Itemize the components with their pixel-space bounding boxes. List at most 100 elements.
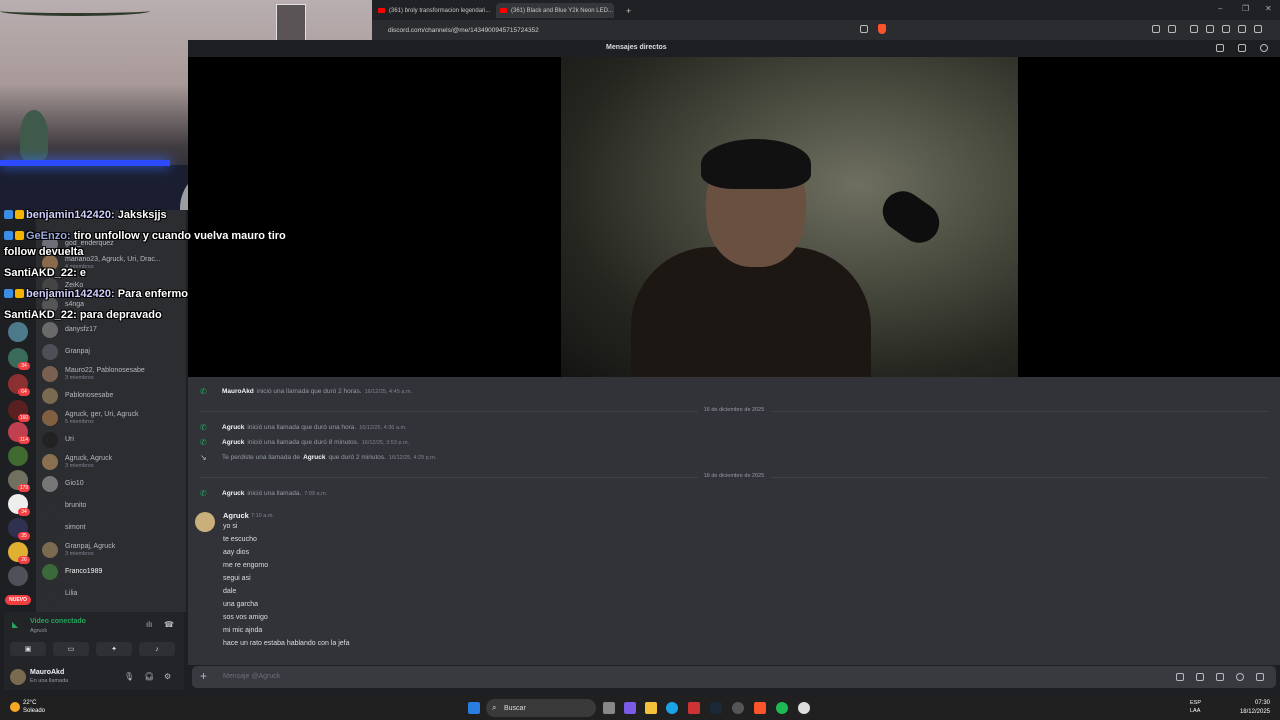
server-icon[interactable]: 64 (8, 374, 30, 396)
message-line: yo si (223, 523, 238, 530)
browser-tab[interactable]: (361) broly transformacion legendari... (374, 3, 492, 18)
browser-tab-bar: (361) broly transformacion legendari... … (372, 0, 1280, 20)
message-input[interactable]: Mensaje @Agruck (223, 673, 280, 680)
server-icon[interactable]: 26 (8, 542, 30, 564)
server-icon[interactable]: 160 (8, 400, 30, 422)
task-view-icon[interactable] (603, 702, 615, 714)
app-icon[interactable] (732, 702, 744, 714)
chat-area: ✆ MauroAkd inició una llamada que duró 2 h… (188, 377, 1280, 665)
overlay-message: SantiAKD_22: e (4, 267, 86, 279)
settings-gear-icon[interactable]: ⚙ (164, 672, 171, 681)
person-hair (701, 139, 811, 189)
new-badge[interactable]: NUEVO (5, 595, 31, 605)
emoji-icon[interactable] (1236, 673, 1244, 681)
noise-suppression-icon[interactable]: ılı (146, 620, 152, 629)
extension-icon[interactable] (1152, 25, 1160, 33)
brave-shield-icon[interactable] (878, 24, 886, 34)
unread-badge: 160 (18, 414, 30, 422)
server-icon[interactable]: 34 (8, 348, 30, 370)
headphones-icon[interactable]: 🎧︎ (144, 672, 154, 681)
screen-share-button[interactable]: ▭ (53, 642, 89, 656)
minimize-button[interactable]: – (1218, 4, 1222, 13)
app-icon[interactable] (688, 702, 700, 714)
url-field[interactable]: discord.com/channels/@me/143490094571572… (378, 23, 908, 37)
phone-icon: ✆ (200, 423, 207, 432)
call-log-entry: ✆ Agruck inició una llamada que duró una h… (200, 423, 407, 432)
server-icon[interactable]: 114 (8, 422, 30, 444)
avatar (42, 586, 58, 602)
avatar[interactable] (10, 669, 26, 685)
apps-icon[interactable] (1256, 673, 1264, 681)
message-composer[interactable]: + Mensaje @Agruck (192, 666, 1276, 688)
server-icon[interactable] (8, 322, 28, 342)
system-clock[interactable]: 07:30 18/12/2025 (1240, 699, 1270, 717)
dm-item[interactable]: Gio10 (42, 474, 182, 494)
new-tab-button[interactable]: + (622, 3, 632, 18)
help-icon[interactable] (1238, 44, 1246, 52)
extension-icon[interactable] (1168, 25, 1176, 33)
gif-icon[interactable] (1196, 673, 1204, 681)
dm-item[interactable]: Granpaj (42, 342, 182, 362)
edge-icon[interactable] (666, 702, 678, 714)
browser-tab-active[interactable]: (361) Black and Blue Y2k Neon LED... (496, 3, 614, 18)
vpn-icon[interactable] (1238, 25, 1246, 33)
user-status: En una llamada (30, 678, 69, 684)
server-icon[interactable]: 179 (8, 470, 30, 492)
dm-item[interactable]: brunito (42, 496, 182, 516)
inbox-icon[interactable] (1216, 44, 1224, 52)
menu-icon[interactable] (1254, 25, 1262, 33)
taskbar-search[interactable]: ⌕ Buscar (486, 699, 596, 717)
weather-widget[interactable]: 22°C Soleado (10, 699, 45, 715)
dm-item[interactable]: Franco1989 (42, 562, 182, 582)
dm-item[interactable]: simont (42, 518, 182, 538)
server-icon[interactable]: 35 (8, 518, 30, 540)
dm-item[interactable]: Lilia (42, 584, 182, 604)
mic-icon[interactable]: 🎙︎ (124, 672, 134, 681)
file-explorer-icon[interactable] (645, 702, 657, 714)
app-icon[interactable] (624, 702, 636, 714)
steam-icon[interactable] (710, 702, 722, 714)
youtube-icon (500, 8, 507, 13)
wallet-icon[interactable] (1222, 25, 1230, 33)
dm-item[interactable]: Pablonosesabe (42, 386, 182, 406)
wall-poster (276, 4, 306, 42)
server-icon[interactable] (8, 566, 28, 586)
dm-item[interactable]: Uri (42, 430, 182, 450)
media-icon[interactable] (1190, 25, 1198, 33)
gift-icon[interactable] (1176, 673, 1184, 681)
message-author[interactable]: Agruck (223, 511, 249, 520)
spotify-icon[interactable] (776, 702, 788, 714)
camera-button[interactable]: ▣ (10, 642, 46, 656)
server-icon[interactable]: 34 (8, 494, 30, 516)
help-circle-icon[interactable] (1260, 44, 1268, 52)
attach-plus-icon[interactable]: + (200, 669, 207, 683)
dm-item[interactable]: Granpaj, Agruck 3 miembros (42, 540, 182, 560)
garland (0, 6, 150, 16)
voice-status[interactable]: Video conectado (30, 618, 86, 625)
close-button[interactable]: ✕ (1265, 4, 1272, 13)
avatar (42, 498, 58, 514)
windows-start-icon[interactable] (468, 702, 480, 714)
sticker-icon[interactable] (1216, 673, 1224, 681)
plant (20, 110, 48, 160)
dm-item[interactable]: Mauro22, Pablonosesabe 3 miembros (42, 364, 182, 384)
badge-icon (15, 231, 24, 240)
maximize-button[interactable]: ❐ (1242, 4, 1249, 13)
server-icon[interactable] (8, 446, 28, 466)
obs-icon[interactable] (798, 702, 810, 714)
share-icon[interactable] (860, 25, 868, 33)
language-indicator[interactable]: ESP LAA (1190, 699, 1201, 715)
dm-item[interactable]: Agruck, ger, Uri, Agruck 5 miembros (42, 408, 182, 428)
dm-item[interactable]: Agruck, Agruck 3 miembros (42, 452, 182, 472)
message-line: dale (223, 588, 237, 595)
avatar (42, 542, 58, 558)
avatar[interactable] (195, 512, 215, 532)
brave-icon[interactable] (754, 702, 766, 714)
activities-button[interactable]: ✦ (96, 642, 132, 656)
sidebar-icon[interactable] (1206, 25, 1214, 33)
unread-badge: 179 (18, 484, 30, 492)
unread-badge: 114 (18, 436, 30, 444)
soundboard-button[interactable]: ♪ (139, 642, 175, 656)
disconnect-icon[interactable]: ☎ (164, 620, 174, 629)
remote-video-feed[interactable] (561, 57, 1018, 377)
